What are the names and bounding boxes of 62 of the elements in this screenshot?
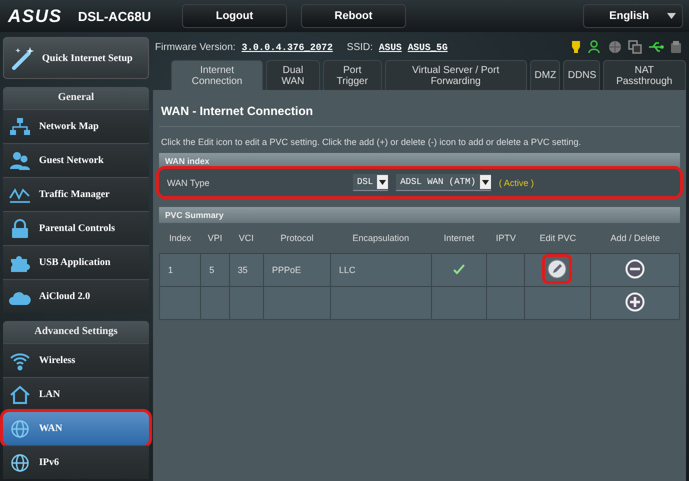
tab[interactable]: Port Trigger (322, 60, 382, 90)
menu-icon (9, 384, 31, 404)
printer-icon[interactable] (670, 40, 682, 54)
menu-section-title: Advanced Settings (3, 321, 149, 343)
sidebar-item[interactable]: LAN (3, 377, 149, 411)
sidebar-item[interactable]: WAN (3, 411, 149, 445)
tab[interactable]: Dual WAN (266, 60, 320, 90)
table-cell: PPPoE (272, 265, 302, 275)
section-header: PVC Summary (159, 207, 680, 223)
description-text: Click the Edit icon to edit a PVC setting. Click the add (+) or delete (-) icon to add or delete a PVC setting. (161, 137, 582, 147)
page-title: WAN - Internet Connection (159, 104, 680, 127)
delete-icon[interactable] (624, 259, 645, 279)
model-name: DSL-AC68U (78, 8, 152, 24)
sidebar-item[interactable]: IPv6 (3, 445, 149, 479)
table-cell: 1 (168, 265, 174, 275)
edit-icon[interactable] (547, 259, 568, 279)
table-cell: 5 (209, 265, 214, 275)
menu-icon (9, 350, 31, 370)
language-dropdown[interactable]: English (583, 4, 683, 28)
add-icon[interactable] (624, 292, 645, 312)
brand-logo: ASUS (8, 6, 64, 26)
sidebar-item[interactable]: Parental Controls (3, 211, 149, 245)
sidebar-item[interactable]: Network Map (3, 109, 149, 143)
tab[interactable]: Internet Connection (171, 60, 264, 90)
select-dropdown[interactable]: DSL (353, 174, 388, 191)
table-cell: LLC (339, 265, 356, 275)
menu-icon (9, 452, 31, 472)
tab[interactable]: DMZ (530, 60, 560, 90)
status-text: ( Active ) (498, 178, 534, 188)
menu-icon (9, 218, 31, 238)
tab[interactable]: Virtual Server / Port Forwarding (384, 60, 527, 90)
header-button[interactable]: Logout (182, 4, 287, 28)
sidebar-item[interactable]: Traffic Manager (3, 177, 149, 211)
menu-icon (9, 150, 31, 170)
field-label: WAN Type (166, 178, 211, 188)
ssid-link[interactable]: ASUS_5G (408, 42, 448, 52)
usb-icon[interactable] (648, 41, 664, 53)
firmware-link[interactable]: 3.0.0.4.376_2072 (242, 42, 333, 52)
tab[interactable]: DDNS (562, 60, 600, 90)
tab[interactable]: NAT Passthrough (602, 60, 686, 90)
ssid-label: SSID: (346, 42, 373, 52)
magic-wand-icon (10, 45, 36, 71)
menu-icon (9, 116, 31, 136)
globe-icon[interactable] (608, 40, 622, 54)
sidebar-item[interactable]: Guest Network (3, 143, 149, 177)
select-dropdown[interactable]: ADSL WAN (ATM) (396, 174, 491, 191)
caret-icon (667, 13, 676, 19)
sidebar-item[interactable]: Wireless (3, 343, 149, 377)
ssid-link[interactable]: ASUS (378, 42, 402, 52)
sidebar-item[interactable]: AiCloud 2.0 (3, 279, 149, 313)
lightbulb-icon[interactable] (570, 40, 582, 54)
users-icon[interactable] (588, 40, 602, 54)
menu-section-title: General (3, 87, 149, 109)
copy-icon[interactable] (628, 40, 642, 54)
quick-setup-button[interactable]: Quick Internet Setup (3, 37, 149, 79)
header-button[interactable]: Reboot (301, 4, 406, 28)
table-cell: 35 (238, 265, 248, 275)
caret-icon (482, 180, 489, 184)
caret-icon (379, 180, 386, 184)
firmware-label: Firmware Version: (155, 42, 236, 52)
sidebar-item[interactable]: USB Application (3, 245, 149, 279)
menu-icon (9, 418, 31, 438)
